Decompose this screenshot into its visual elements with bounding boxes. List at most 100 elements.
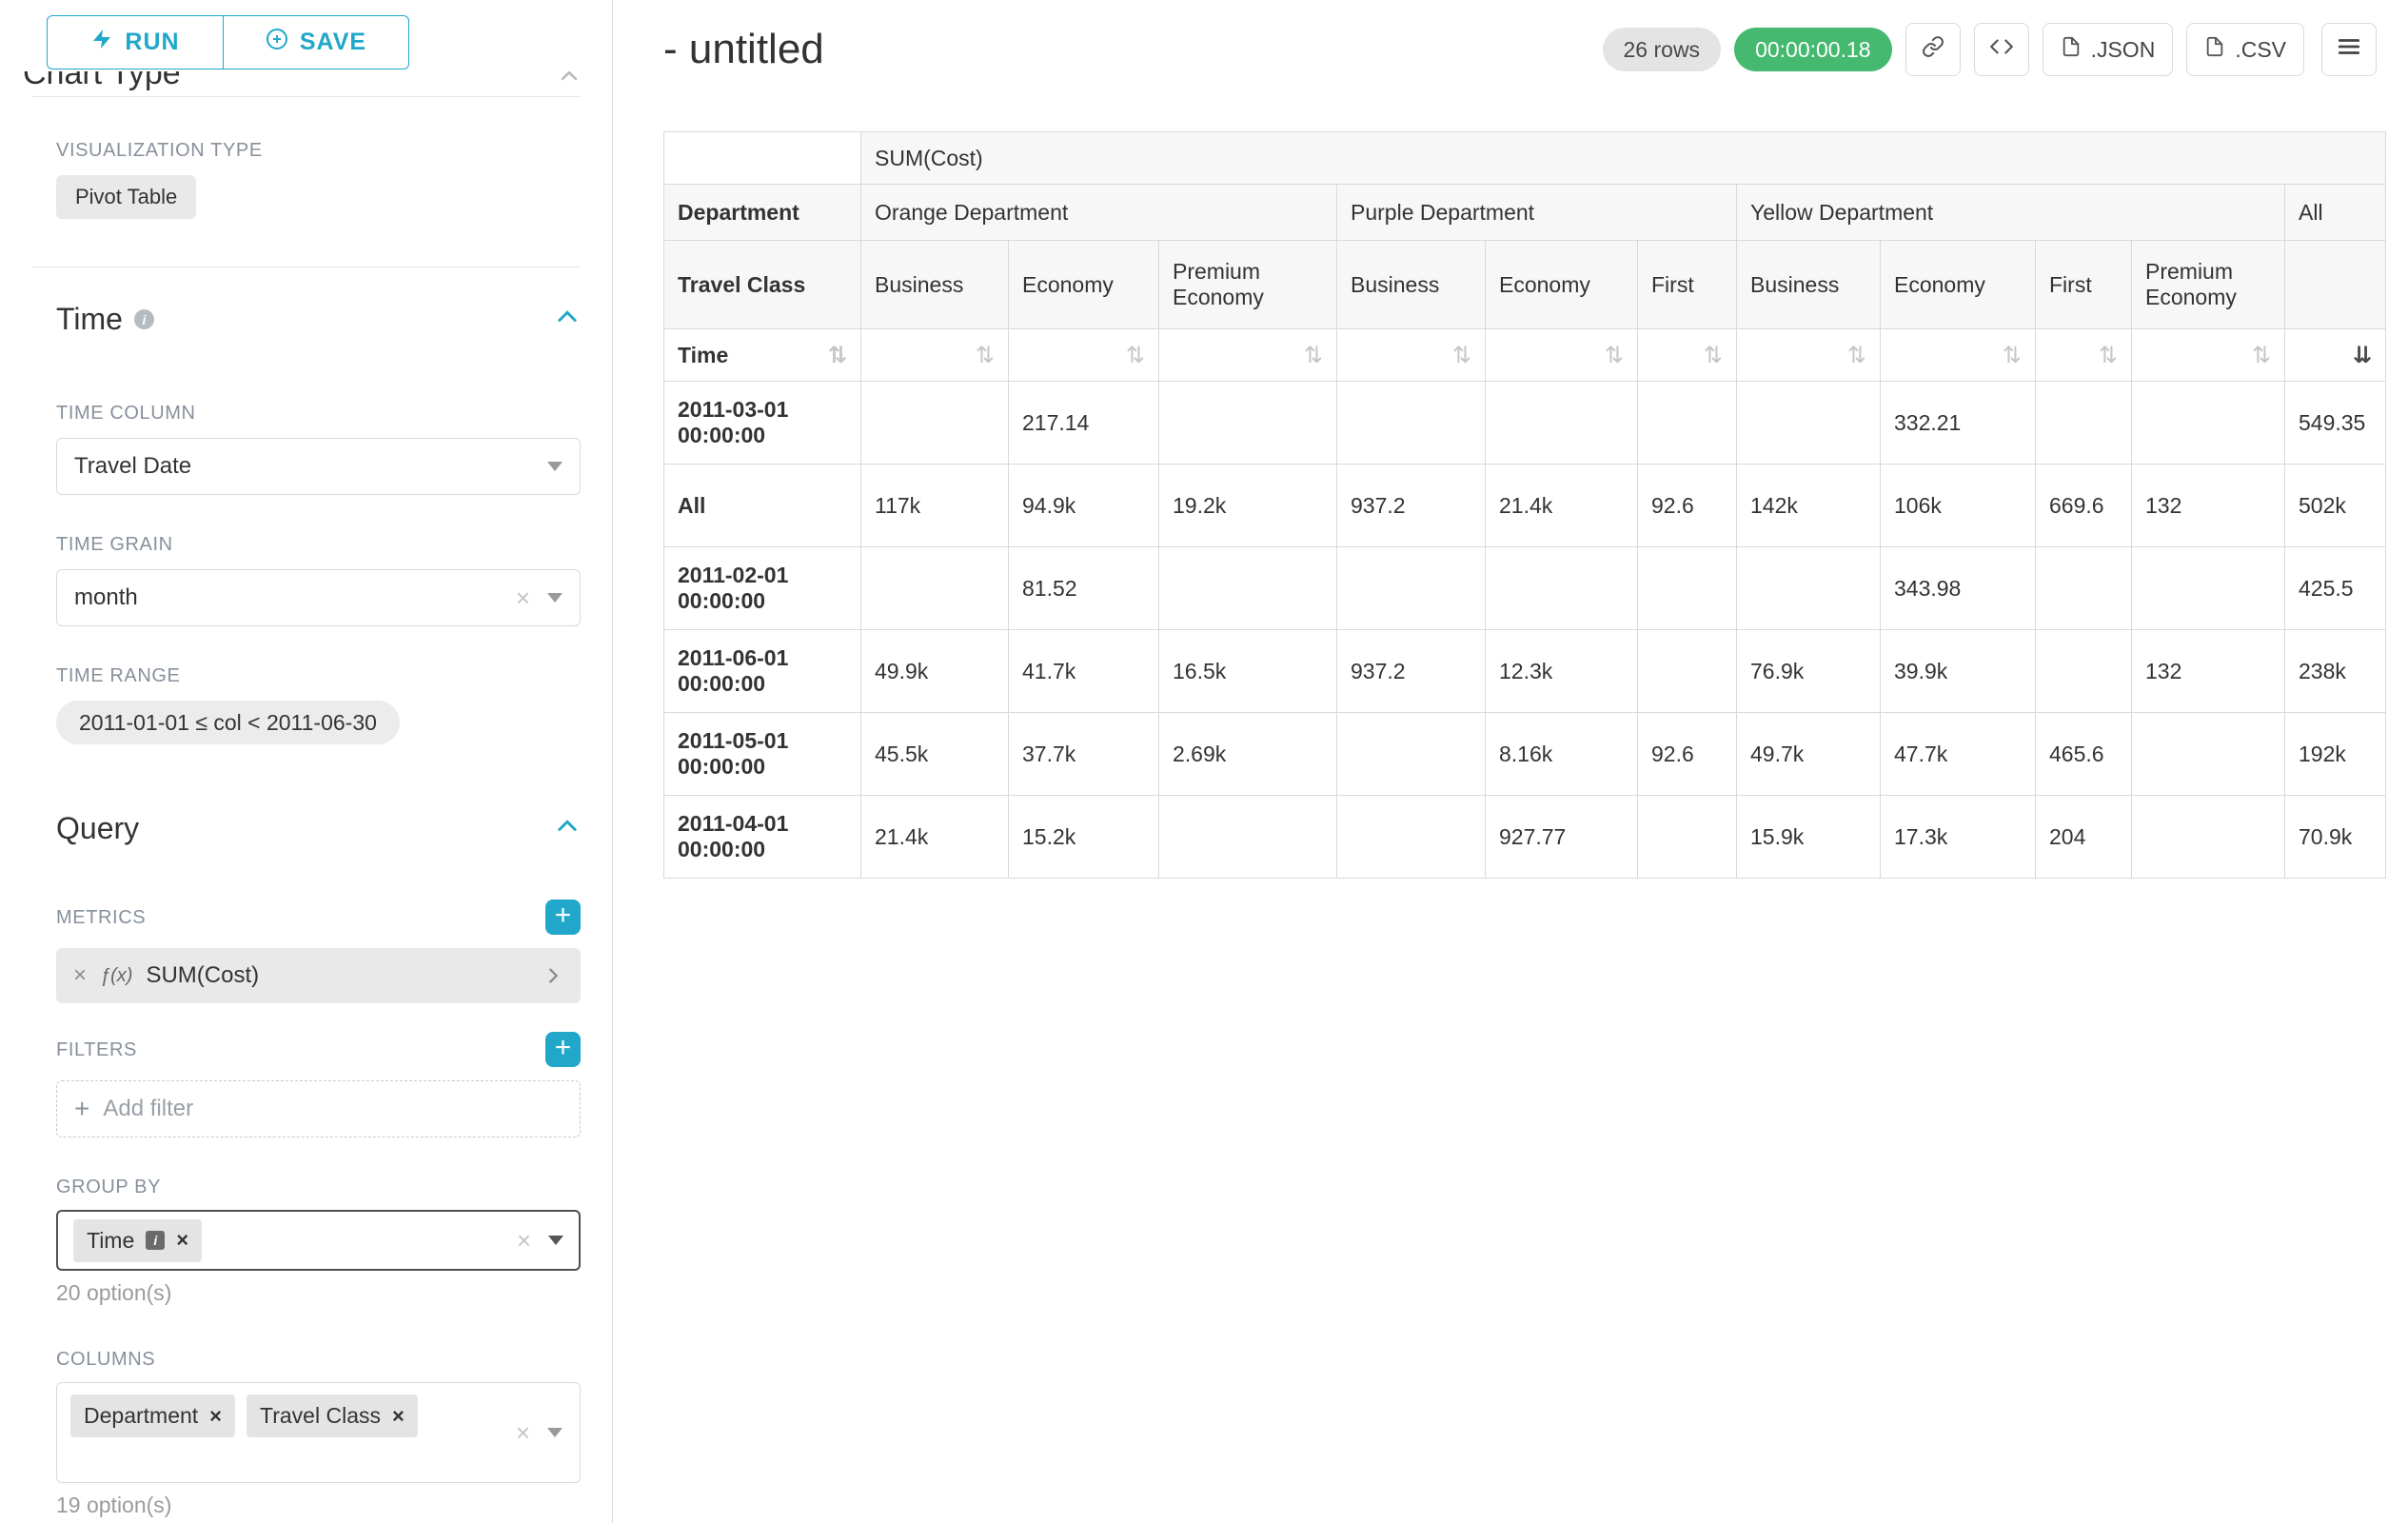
pivot-class-header: First	[1638, 241, 1737, 329]
time-grain-select[interactable]: month ×	[56, 569, 581, 626]
columns-select[interactable]: Department × Travel Class × ×	[56, 1382, 581, 1483]
remove-tag-icon[interactable]: ×	[176, 1228, 188, 1253]
sort-icon[interactable]: ⇊	[2353, 344, 2372, 366]
time-range-value[interactable]: 2011-01-01 ≤ col < 2011-06-30	[56, 701, 400, 744]
chevron-right-icon[interactable]	[543, 965, 563, 986]
add-metric-button[interactable]: +	[545, 900, 581, 935]
pivot-department-label: Department	[664, 185, 861, 241]
columns-label: COLUMNS	[56, 1348, 581, 1371]
metric-chip[interactable]: × ƒ(x) SUM(Cost)	[56, 948, 581, 1003]
pivot-class-header: Premium Economy	[1159, 241, 1337, 329]
chart-header: - untitled 26 rows 00:00:00.18	[613, 0, 2408, 76]
pivot-value-cell	[1159, 796, 1337, 879]
sort-icon[interactable]: ⇅	[1704, 344, 1723, 366]
columns-tag-label: Department	[84, 1403, 198, 1429]
sort-icon[interactable]: ⇅	[1847, 344, 1866, 366]
sort-icon[interactable]: ⇅	[2099, 344, 2118, 366]
query-timer-badge: 00:00:00.18	[1734, 28, 1892, 71]
pivot-value-cell: 502k	[2285, 465, 2386, 547]
run-button[interactable]: RUN	[47, 15, 224, 69]
time-section-header[interactable]: Time i	[56, 302, 581, 337]
function-icon: ƒ(x)	[100, 965, 132, 987]
sort-icon[interactable]: ⇅	[2252, 344, 2271, 366]
pivot-value-cell	[1638, 382, 1737, 465]
chevron-down-icon	[547, 462, 563, 471]
pivot-value-cell: 549.35	[2285, 382, 2386, 465]
columns-tag[interactable]: Travel Class ×	[247, 1394, 418, 1437]
query-section-header[interactable]: Query	[56, 811, 581, 846]
clear-icon[interactable]: ×	[517, 1228, 531, 1253]
pivot-value-cell: 465.6	[2036, 713, 2132, 796]
remove-metric-icon[interactable]: ×	[73, 962, 87, 989]
pivot-class-header: Business	[861, 241, 1009, 329]
pivot-value-cell: 37.7k	[1009, 713, 1159, 796]
copy-link-button[interactable]	[1905, 23, 1961, 76]
clear-icon[interactable]: ×	[516, 1420, 530, 1445]
group-by-label: GROUP BY	[56, 1176, 581, 1198]
pivot-data-row: 2011-02-01 00:00:0081.52343.98425.5	[664, 547, 2386, 630]
query-section-title: Query	[56, 811, 139, 846]
pivot-value-cell: 16.5k	[1159, 630, 1337, 713]
sort-icon[interactable]: ⇅	[1126, 344, 1145, 366]
pivot-value-cell: 47.7k	[1881, 713, 2036, 796]
pivot-value-cell: 45.5k	[861, 713, 1009, 796]
pivot-sorter-cell: ⇅	[1337, 329, 1486, 382]
remove-tag-icon[interactable]: ×	[209, 1404, 222, 1429]
sort-icon[interactable]: ⇅	[1304, 344, 1323, 366]
pivot-sorter-cell: ⇅	[2036, 329, 2132, 382]
pivot-table-container: SUM(Cost)DepartmentOrange DepartmentPurp…	[613, 76, 2408, 879]
export-json-button[interactable]: .JSON	[2043, 23, 2174, 76]
control-panel: RUN SAVE Chart Type VISUALIZATION TYPE P…	[0, 0, 613, 1523]
save-button[interactable]: SAVE	[223, 15, 409, 69]
chevron-up-icon[interactable]	[554, 813, 581, 844]
sort-icon[interactable]: ⇅	[1452, 344, 1471, 366]
time-column-select[interactable]: Travel Date	[56, 438, 581, 495]
code-icon	[1989, 34, 2014, 65]
panel-action-bar: RUN SAVE	[0, 0, 612, 71]
export-json-label: .JSON	[2091, 37, 2156, 63]
chevron-up-icon[interactable]	[554, 304, 581, 335]
time-column-label: TIME COLUMN	[56, 402, 581, 425]
remove-tag-icon[interactable]: ×	[392, 1404, 405, 1429]
metrics-label: METRICS	[56, 906, 146, 929]
pivot-value-cell: 12.3k	[1486, 630, 1638, 713]
pivot-value-cell	[861, 547, 1009, 630]
more-options-button[interactable]	[2321, 23, 2377, 76]
sort-icon[interactable]: ⇅	[976, 344, 995, 366]
visualization-type-label: VISUALIZATION TYPE	[56, 139, 581, 162]
pivot-class-header: First	[2036, 241, 2132, 329]
pivot-value-cell: 81.52	[1009, 547, 1159, 630]
add-filter-label: Add filter	[103, 1096, 193, 1122]
pivot-sorter-cell: ⇅	[1737, 329, 1881, 382]
pivot-value-cell	[1337, 713, 1486, 796]
columns-tag[interactable]: Department ×	[70, 1394, 235, 1437]
group-by-select[interactable]: Time i × ×	[56, 1210, 581, 1271]
pivot-sorter-cell: ⇅	[1881, 329, 2036, 382]
visualization-type-value[interactable]: Pivot Table	[56, 175, 196, 219]
group-by-tag[interactable]: Time i ×	[73, 1219, 202, 1262]
file-icon	[2204, 36, 2225, 63]
pivot-value-cell: 192k	[2285, 713, 2386, 796]
add-filter-button[interactable]: + Add filter	[56, 1080, 581, 1137]
view-query-button[interactable]	[1974, 23, 2029, 76]
sort-icon[interactable]: ⇅	[1605, 344, 1624, 366]
plus-icon: +	[74, 1096, 89, 1122]
pivot-sorter-cell: ⇅	[1009, 329, 1159, 382]
pivot-value-cell	[1159, 547, 1337, 630]
pivot-value-cell: 41.7k	[1009, 630, 1159, 713]
sort-icon[interactable]: ⇅	[2003, 344, 2022, 366]
pivot-sorter-cell: ⇅	[1486, 329, 1638, 382]
pivot-value-cell: 142k	[1737, 465, 1881, 547]
pivot-value-cell	[861, 382, 1009, 465]
export-csv-button[interactable]: .CSV	[2186, 23, 2304, 76]
clear-icon[interactable]: ×	[516, 585, 530, 610]
pivot-value-cell: 2.69k	[1159, 713, 1337, 796]
pivot-row-label: 2011-03-01 00:00:00	[664, 382, 861, 465]
pivot-value-cell	[1638, 630, 1737, 713]
sort-icon[interactable]: ⇅	[828, 344, 847, 366]
pivot-row-label: 2011-04-01 00:00:00	[664, 796, 861, 879]
pivot-metric-header: SUM(Cost)	[861, 132, 2386, 185]
time-column-value: Travel Date	[74, 453, 191, 480]
add-filter-plus-button[interactable]: +	[545, 1032, 581, 1067]
info-icon: i	[146, 1231, 165, 1250]
